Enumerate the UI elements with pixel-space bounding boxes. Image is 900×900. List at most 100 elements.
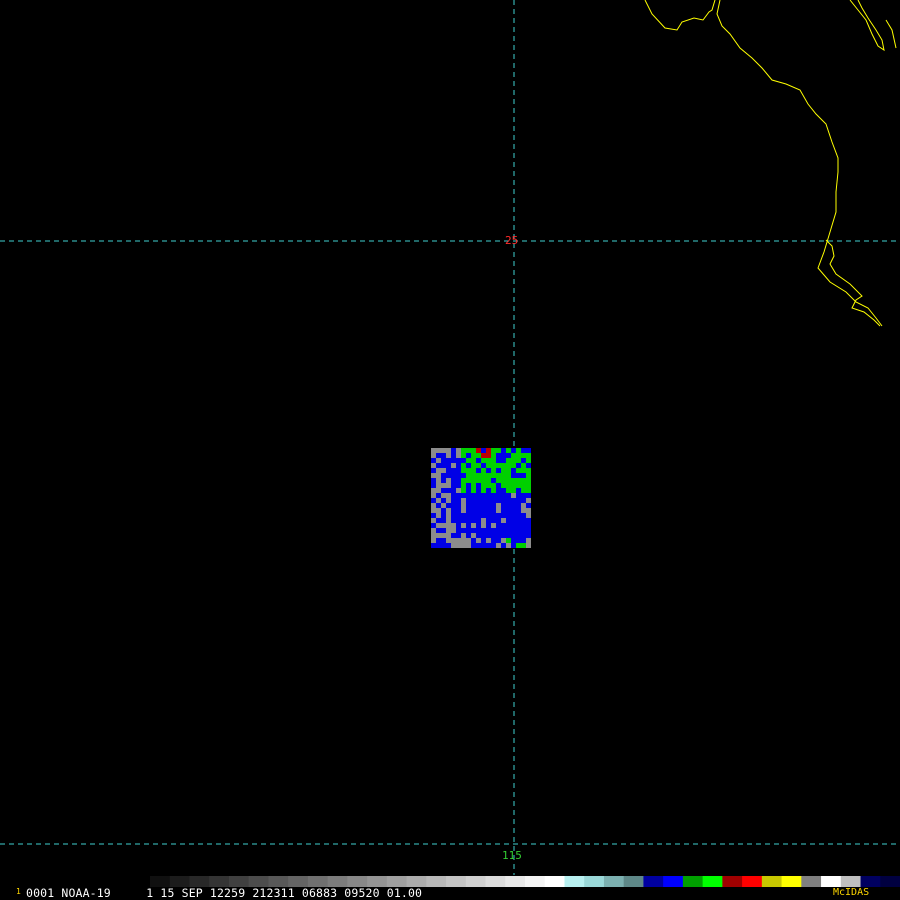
swath-pixel (466, 508, 471, 513)
swath-pixel (491, 518, 496, 523)
swath-pixel (456, 448, 461, 453)
longitude-label: 115 (502, 849, 522, 862)
swath-pixel (486, 478, 491, 483)
swath-pixel (466, 513, 471, 518)
swath-pixel (461, 533, 466, 538)
swath-pixel (466, 533, 471, 538)
swath-pixel (526, 503, 531, 508)
swath-pixel (486, 493, 491, 498)
swath-pixel (526, 488, 531, 493)
swath-pixel (496, 533, 501, 538)
swath-pixel (446, 528, 451, 533)
swath-pixel (496, 493, 501, 498)
swath-pixel (506, 523, 511, 528)
swath-pixel (436, 508, 441, 513)
satellite-image-swath[interactable] (431, 448, 531, 548)
swath-pixel (446, 458, 451, 463)
swath-pixel (446, 488, 451, 493)
swath-pixel (461, 543, 466, 548)
swath-pixel (491, 528, 496, 533)
swath-pixel (446, 453, 451, 458)
swath-pixel (456, 503, 461, 508)
color-scale-segment (623, 876, 644, 887)
swath-pixel (501, 498, 506, 503)
swath-pixel (451, 518, 456, 523)
satellite-map-display[interactable]: 25 115 1 0001 NOAA-19 1 15 SEP 12259 212… (0, 0, 900, 900)
swath-pixel (521, 453, 526, 458)
swath-pixel (506, 528, 511, 533)
swath-pixel (446, 533, 451, 538)
swath-pixel (506, 533, 511, 538)
swath-pixel (471, 493, 476, 498)
color-scale-segment (584, 876, 605, 887)
swath-pixel (456, 508, 461, 513)
swath-pixel (451, 458, 456, 463)
swath-pixel (461, 538, 466, 543)
swath-pixel (511, 523, 516, 528)
frame-number: 1 (16, 887, 21, 896)
swath-pixel (441, 493, 446, 498)
swath-pixel (511, 513, 516, 518)
swath-pixel (481, 508, 486, 513)
swath-pixel (496, 463, 501, 468)
swath-pixel (471, 538, 476, 543)
swath-pixel (526, 493, 531, 498)
swath-pixel (521, 473, 526, 478)
coastline-peninsula-west (716, 0, 883, 327)
swath-pixel (456, 498, 461, 503)
swath-pixel (481, 448, 486, 453)
swath-pixel (446, 518, 451, 523)
swath-pixel (446, 448, 451, 453)
color-scale-segment (880, 876, 900, 887)
swath-pixel (511, 538, 516, 543)
swath-pixel (511, 498, 516, 503)
swath-pixel (476, 533, 481, 538)
swath-pixel (496, 508, 501, 513)
swath-pixel (516, 473, 521, 478)
swath-pixel (471, 543, 476, 548)
swath-pixel (431, 513, 436, 518)
color-scale-segment (801, 876, 822, 887)
swath-pixel (456, 468, 461, 473)
swath-pixel (446, 468, 451, 473)
swath-pixel (491, 498, 496, 503)
swath-pixel (431, 498, 436, 503)
swath-pixel (466, 528, 471, 533)
swath-pixel (496, 518, 501, 523)
swath-pixel (486, 473, 491, 478)
swath-pixel (521, 448, 526, 453)
map-canvas[interactable] (0, 0, 900, 875)
color-scale-segment (781, 876, 802, 887)
swath-pixel (476, 538, 481, 543)
swath-pixel (461, 478, 466, 483)
swath-pixel (476, 513, 481, 518)
swath-pixel (526, 523, 531, 528)
swath-pixel (451, 538, 456, 543)
swath-pixel (481, 518, 486, 523)
swath-pixel (441, 453, 446, 458)
swath-pixel (521, 503, 526, 508)
swath-pixel (511, 518, 516, 523)
swath-pixel (446, 513, 451, 518)
swath-pixel (436, 463, 441, 468)
swath-pixel (466, 523, 471, 528)
swath-pixel (526, 463, 531, 468)
swath-pixel (436, 458, 441, 463)
swath-pixel (496, 503, 501, 508)
swath-pixel (486, 468, 491, 473)
swath-pixel (431, 523, 436, 528)
swath-pixel (481, 483, 486, 488)
swath-pixel (486, 488, 491, 493)
swath-pixel (516, 478, 521, 483)
swath-pixel (436, 518, 441, 523)
swath-pixel (431, 478, 436, 483)
swath-pixel (461, 473, 466, 478)
swath-pixel (491, 543, 496, 548)
swath-pixel (431, 483, 436, 488)
swath-pixel (496, 538, 501, 543)
swath-pixel (521, 463, 526, 468)
color-scale-segment (821, 876, 842, 887)
swath-pixel (486, 498, 491, 503)
swath-pixel (446, 483, 451, 488)
swath-pixel (436, 528, 441, 533)
